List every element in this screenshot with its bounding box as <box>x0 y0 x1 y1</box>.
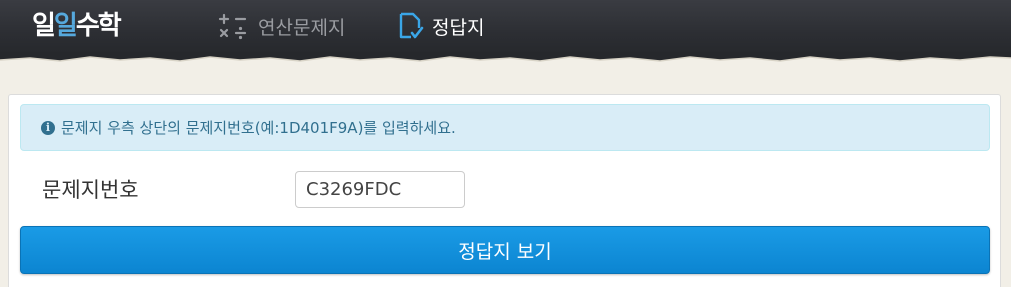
logo-part-2: 일 <box>53 11 78 41</box>
info-alert: i 문제지 우측 상단의 문제지번호(예:1D401F9A)를 입력하세요. <box>20 104 990 151</box>
logo-part-3: 수학 <box>75 11 122 41</box>
worksheet-number-input[interactable] <box>295 171 465 208</box>
torn-paper-edge <box>0 52 1011 62</box>
nav-worksheet-label: 연산문제지 <box>258 16 346 39</box>
top-navigation-bar: 일일수학 연산문제지 정답지 <box>0 0 1011 56</box>
nav-answer-sheet[interactable]: 정답지 <box>398 0 484 52</box>
view-answers-button[interactable]: 정답지 보기 <box>20 226 990 274</box>
logo-part-1: 일 <box>32 11 56 41</box>
nav-worksheet[interactable]: 연산문제지 <box>216 0 345 52</box>
calculator-icon <box>218 13 247 40</box>
app-logo[interactable]: 일일수학 <box>32 6 122 46</box>
worksheet-number-label: 문제지번호 <box>42 178 139 202</box>
info-alert-text: 문제지 우측 상단의 문제지번호(예:1D401F9A)를 입력하세요. <box>61 119 456 137</box>
answer-sheet-icon <box>399 12 424 39</box>
nav-answer-sheet-label: 정답지 <box>432 16 485 39</box>
info-icon: i <box>41 120 55 135</box>
